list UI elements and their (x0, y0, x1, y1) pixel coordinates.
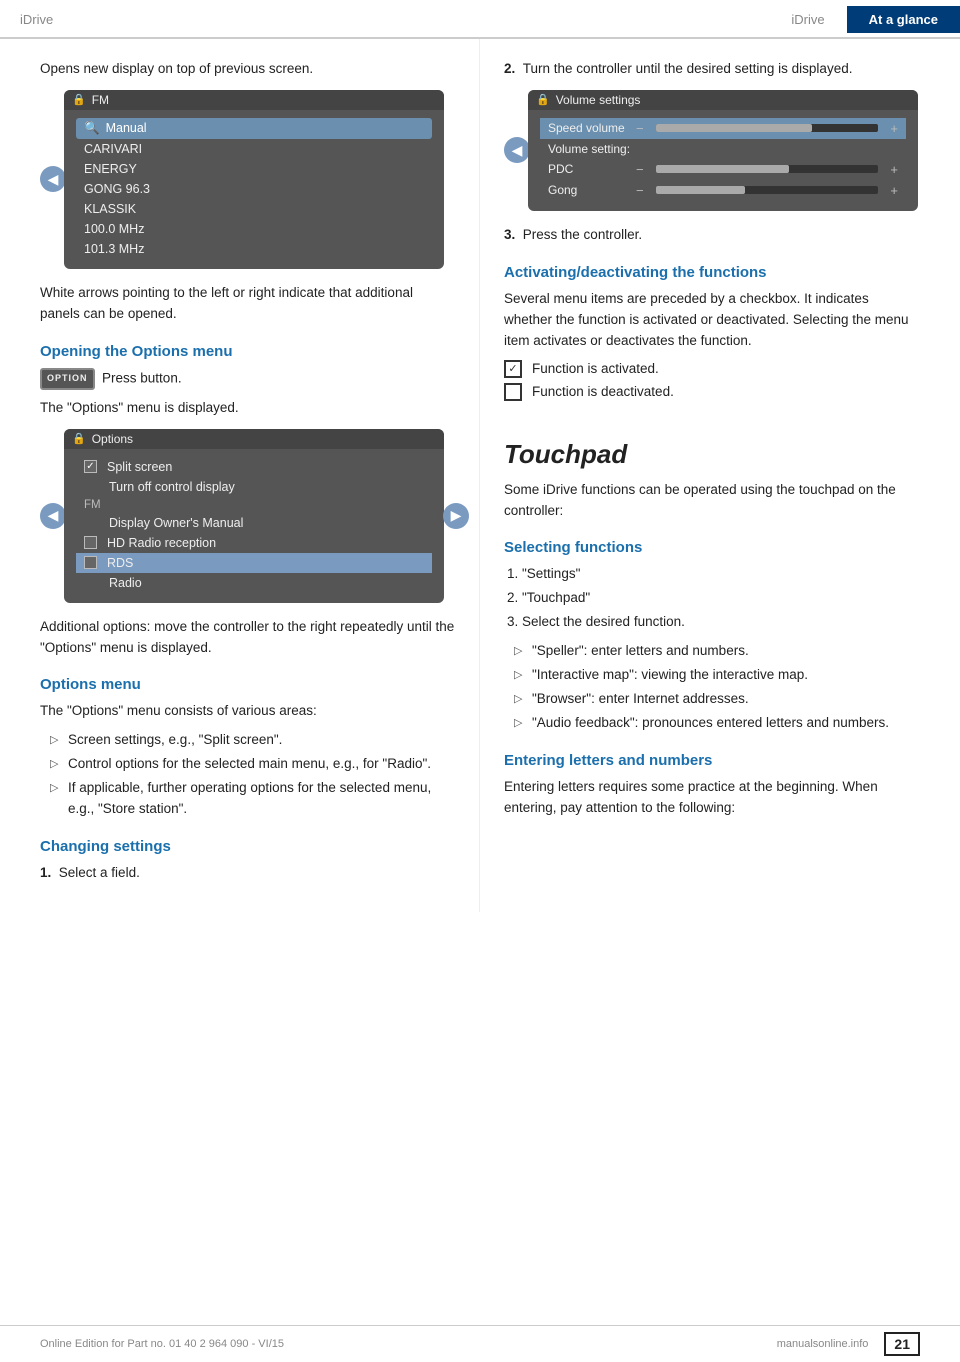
lock-icon: 🔒 (72, 93, 86, 106)
fm-row-100mhz: 100.0 MHz (76, 219, 432, 239)
options-row-radio: Radio (76, 573, 432, 593)
touchpad-intro: Some iDrive functions can be operated us… (504, 480, 920, 522)
gong-volume-bar (656, 186, 879, 194)
fm-row-gong: GONG 96.3 (76, 179, 432, 199)
fm-row-101mhz: 101.3 MHz (76, 239, 432, 259)
fm-row-energy: ENERGY (76, 159, 432, 179)
options-section-fm: FM (76, 497, 432, 513)
footer-citation: Online Edition for Part no. 01 40 2 964 … (40, 1338, 284, 1350)
footer-source: manualsonline.info (777, 1338, 869, 1350)
main-content: Opens new display on top of previous scr… (0, 39, 960, 912)
options-row-hdradio: HD Radio reception (76, 533, 432, 553)
options-screen-wrapper: ◀ 🔒 Options Split screen Turn off contro… (40, 429, 455, 603)
list-item: Control options for the selected main me… (50, 754, 455, 775)
additional-options-text: Additional options: move the controller … (40, 617, 455, 659)
deactivated-checkbox-icon (504, 383, 522, 401)
opening-options-heading: Opening the Options menu (40, 343, 455, 360)
list-item: "Speller": enter letters and numbers. (514, 641, 920, 662)
touchpad-heading: Touchpad (504, 429, 920, 470)
page-header: iDrive iDrive At a glance (0, 0, 960, 39)
fm-screen: 🔒 FM 🔍 Manual CARIVARI ENERGY GONG 96.3 … (64, 90, 444, 269)
selecting-sub-list: "Speller": enter letters and numbers. "I… (514, 641, 920, 734)
options-screen: 🔒 Options Split screen Turn off control … (64, 429, 444, 603)
fm-row-carivari: CARIVARI (76, 139, 432, 159)
options-title-bar: 🔒 Options (64, 429, 444, 449)
volume-title: Volume settings (556, 93, 641, 107)
right-column: 2. Turn the controller until the desired… (480, 39, 960, 912)
func-deactivated-row: Function is deactivated. (504, 383, 920, 401)
options-row-turnoff: Turn off control display (76, 477, 432, 497)
activating-text: Several menu items are preceded by a che… (504, 289, 920, 352)
options-menu-heading: Options menu (40, 676, 455, 693)
volume-screen-wrapper: ◀ 🔒 Volume settings Speed volume − + Vol… (504, 90, 920, 211)
list-item: "Audio feedback": pronounces entered let… (514, 713, 920, 734)
list-item: "Interactive map": viewing the interacti… (514, 665, 920, 686)
nav-left-icon[interactable]: ◀ (40, 166, 66, 192)
list-item: Select the desired function. (522, 612, 920, 633)
page-number: 21 (884, 1332, 920, 1356)
list-item: Screen settings, e.g., "Split screen". (50, 730, 455, 751)
list-item: "Browser": enter Internet addresses. (514, 689, 920, 710)
step3-text: 3. Press the controller. (504, 225, 920, 246)
func-activated-label: Function is activated. (532, 361, 659, 376)
changing-settings-heading: Changing settings (40, 838, 455, 855)
activated-checkbox-icon (504, 360, 522, 378)
options-lock-icon: 🔒 (72, 432, 86, 445)
volume-title-bar: 🔒 Volume settings (528, 90, 918, 110)
tab-at-a-glance[interactable]: At a glance (847, 6, 960, 33)
func-deactivated-label: Function is deactivated. (532, 384, 674, 399)
selecting-steps-list: "Settings" "Touchpad" Select the desired… (522, 564, 920, 633)
options-menu-text: The "Options" menu consists of various a… (40, 701, 455, 722)
fm-row-klassik: KLASSIK (76, 199, 432, 219)
pdc-volume-bar (656, 165, 879, 173)
hdradio-checkbox (84, 536, 97, 549)
selecting-functions-heading: Selecting functions (504, 539, 920, 556)
split-checkbox (84, 460, 97, 473)
step1-text: 1. Select a field. (40, 863, 455, 884)
options-displayed-text: The "Options" menu is displayed. (40, 398, 455, 419)
options-row-manual: Display Owner's Manual (76, 513, 432, 533)
entering-heading: Entering letters and numbers (504, 752, 920, 769)
fm-title-bar: 🔒 FM (64, 90, 444, 110)
fm-screen-wrapper: ◀ 🔒 FM 🔍 Manual CARIVARI ENERGY GONG 96.… (40, 90, 455, 269)
volume-row-pdc: PDC − + (540, 159, 906, 180)
options-nav-left-icon[interactable]: ◀ (40, 503, 66, 529)
volume-lock-icon: 🔒 (536, 93, 550, 106)
brand-label: iDrive (0, 12, 769, 27)
volume-nav-left-icon[interactable]: ◀ (504, 137, 530, 163)
volume-setting-label: Volume setting: (540, 139, 906, 159)
volume-screen: 🔒 Volume settings Speed volume − + Volum… (528, 90, 918, 211)
volume-row-speed: Speed volume − + (540, 118, 906, 139)
header-tabs: iDrive At a glance (769, 6, 960, 33)
fm-title: FM (92, 93, 109, 107)
volume-row-gong: Gong − + (540, 180, 906, 201)
activating-heading: Activating/deactivating the functions (504, 264, 920, 281)
tab-idrive[interactable]: iDrive (769, 6, 846, 33)
options-row-rds: RDS (76, 553, 432, 573)
press-button-text: OPTION Press button. (40, 368, 455, 390)
page-footer: Online Edition for Part no. 01 40 2 964 … (0, 1325, 960, 1362)
step2-text: 2. Turn the controller until the desired… (504, 59, 920, 80)
option-button[interactable]: OPTION (40, 368, 95, 390)
intro-text: Opens new display on top of previous scr… (40, 59, 455, 80)
options-row-split: Split screen (76, 457, 432, 477)
list-item: "Touchpad" (522, 588, 920, 609)
list-item: If applicable, further operating options… (50, 778, 455, 820)
fm-row-manual: 🔍 Manual (76, 118, 432, 139)
white-arrows-text: White arrows pointing to the left or rig… (40, 283, 455, 325)
options-menu-list: Screen settings, e.g., "Split screen". C… (50, 730, 455, 820)
rds-checkbox (84, 556, 97, 569)
list-item: "Settings" (522, 564, 920, 585)
search-icon: 🔍 (84, 121, 100, 136)
left-column: Opens new display on top of previous scr… (0, 39, 480, 912)
speed-volume-bar (656, 124, 879, 132)
options-title: Options (92, 432, 133, 446)
entering-text: Entering letters requires some practice … (504, 777, 920, 819)
func-activated-row: Function is activated. (504, 360, 920, 378)
options-nav-right-icon[interactable]: ▶ (443, 503, 469, 529)
